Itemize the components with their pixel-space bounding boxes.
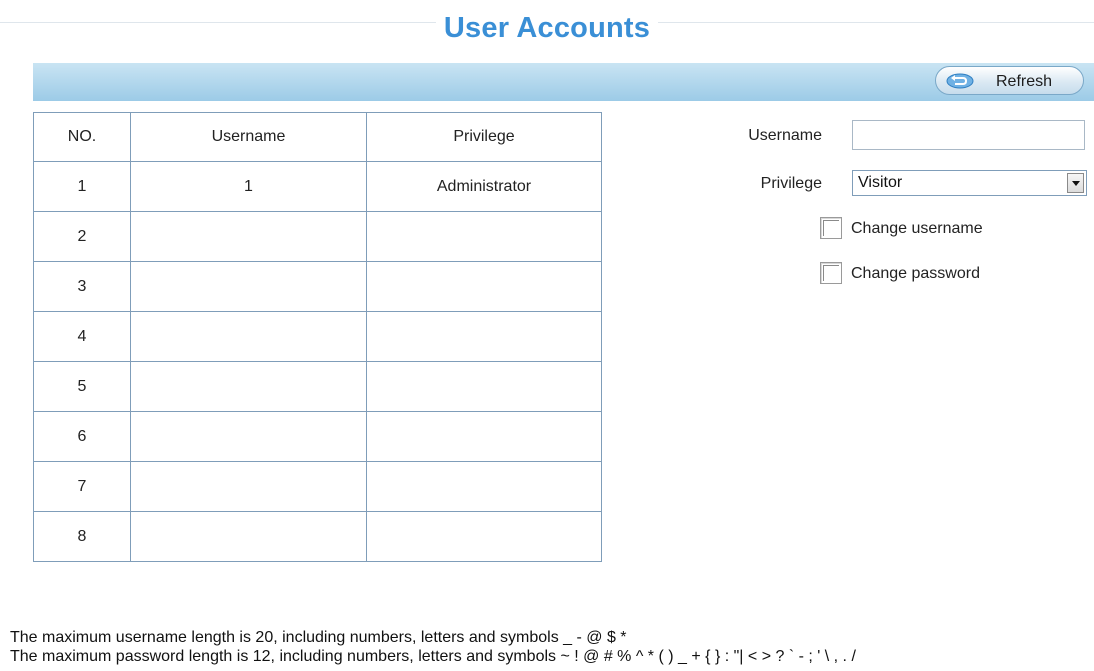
password-rule-note: The maximum password length is 12, inclu… (10, 648, 856, 665)
column-header-privilege: Privilege (366, 112, 602, 162)
table-row[interactable]: 5 (33, 361, 602, 412)
table-row[interactable]: 7 (33, 461, 602, 512)
privilege-label: Privilege (760, 175, 822, 192)
refresh-button[interactable]: Refresh (935, 66, 1084, 95)
page-title: User Accounts (0, 12, 1094, 45)
row-username (130, 461, 367, 512)
row-number: 6 (33, 411, 131, 462)
change-username-checkbox[interactable] (820, 217, 842, 239)
user-accounts-table: NO. Username Privilege 1 1 Administrator… (33, 112, 602, 562)
table-row[interactable]: 2 (33, 211, 602, 262)
row-privilege (366, 361, 602, 412)
table-row[interactable]: 3 (33, 261, 602, 312)
row-privilege (366, 411, 602, 462)
page-title-text: User Accounts (435, 12, 659, 44)
row-number: 4 (33, 311, 131, 362)
row-username (130, 211, 367, 262)
row-privilege (366, 461, 602, 512)
column-header-username: Username (130, 112, 367, 162)
row-number: 3 (33, 261, 131, 312)
username-rule-note: The maximum username length is 20, inclu… (10, 629, 627, 646)
row-username (130, 311, 367, 362)
row-privilege (366, 511, 602, 562)
row-username (130, 261, 367, 312)
row-number: 8 (33, 511, 131, 562)
privilege-selected-value: Visitor (858, 174, 903, 191)
row-privilege (366, 211, 602, 262)
table-row[interactable]: 1 1 Administrator (33, 161, 602, 212)
table-row[interactable]: 8 (33, 511, 602, 562)
row-username (130, 361, 367, 412)
row-username (130, 411, 367, 462)
row-privilege: Administrator (366, 161, 602, 212)
change-password-label: Change password (851, 265, 980, 282)
refresh-icon (946, 73, 974, 89)
username-field[interactable] (852, 120, 1085, 150)
username-label: Username (748, 127, 822, 144)
change-username-label: Change username (851, 220, 983, 237)
row-number: 2 (33, 211, 131, 262)
row-number: 5 (33, 361, 131, 412)
table-row[interactable]: 6 (33, 411, 602, 462)
row-privilege (366, 311, 602, 362)
chevron-down-icon[interactable] (1067, 173, 1084, 193)
row-privilege (366, 261, 602, 312)
table-row[interactable]: 4 (33, 311, 602, 362)
row-username (130, 511, 367, 562)
change-password-checkbox[interactable] (820, 262, 842, 284)
table-header-row: NO. Username Privilege (33, 112, 602, 162)
refresh-label: Refresh (996, 73, 1053, 90)
row-number: 7 (33, 461, 131, 512)
column-header-no: NO. (33, 112, 131, 162)
row-username: 1 (130, 161, 367, 212)
privilege-select[interactable]: Visitor (852, 170, 1087, 196)
row-number: 1 (33, 161, 131, 212)
